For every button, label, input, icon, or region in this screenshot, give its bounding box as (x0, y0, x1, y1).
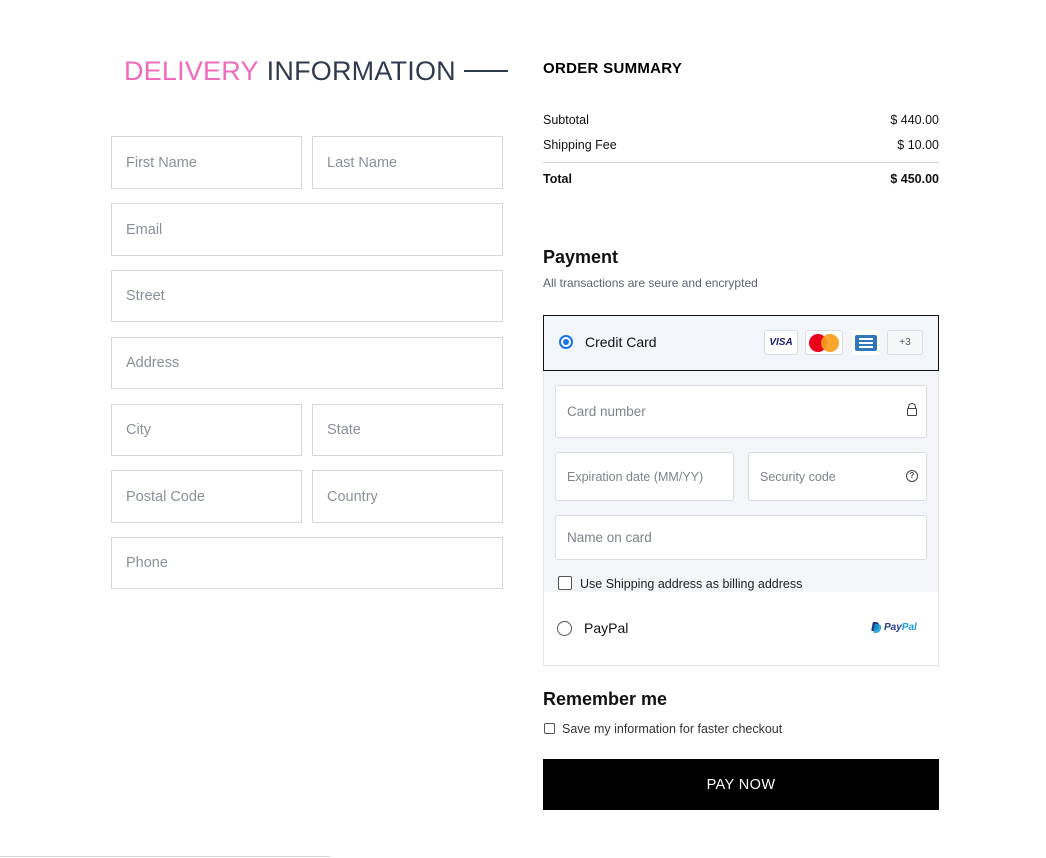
total-label: Total (543, 172, 572, 186)
card-number-input[interactable]: Card number (555, 385, 927, 438)
delivery-title-rest: INFORMATION (266, 55, 456, 86)
security-code-placeholder: Security code (760, 469, 836, 484)
country-placeholder: Country (327, 488, 378, 505)
lock-icon (907, 403, 917, 416)
first-name-input[interactable]: First Name (111, 136, 302, 189)
delivery-title: DELIVERY INFORMATION (124, 54, 508, 88)
remember-me-checkbox[interactable] (544, 723, 555, 734)
postal-code-input[interactable]: Postal Code (111, 470, 302, 523)
shipping-label: Shipping Fee (543, 138, 617, 152)
street-input[interactable]: Street (111, 270, 503, 322)
amex-logo-icon (852, 330, 880, 355)
delivery-title-accent: DELIVERY (124, 55, 259, 86)
remember-me-label: Save my information for faster checkout (562, 722, 783, 736)
first-name-placeholder: First Name (126, 154, 197, 171)
email-input[interactable]: Email (111, 203, 503, 256)
summary-divider (543, 162, 939, 163)
card-number-placeholder: Card number (567, 404, 646, 419)
security-code-input[interactable]: Security code ? (748, 452, 927, 501)
paypal-logo-text-pay: Pay (884, 622, 902, 633)
paypal-radio[interactable] (557, 621, 572, 636)
last-name-placeholder: Last Name (327, 154, 398, 171)
country-input[interactable]: Country (312, 470, 503, 523)
more-cards-badge: +3 (887, 330, 923, 355)
paypal-label: PayPal (584, 620, 629, 636)
help-icon[interactable]: ? (906, 470, 918, 482)
name-on-card-input[interactable]: Name on card (555, 515, 927, 560)
total-value: $ 450.00 (890, 172, 939, 186)
bottom-divider (0, 856, 330, 857)
paypal-logo-text-pal: Pal (901, 622, 917, 633)
postal-code-placeholder: Postal Code (126, 488, 205, 505)
expiration-date-input[interactable]: Expiration date (MM/YY) (555, 452, 734, 501)
address-placeholder: Address (126, 355, 180, 371)
state-input[interactable]: State (312, 404, 503, 456)
last-name-input[interactable]: Last Name (312, 136, 503, 189)
state-placeholder: State (327, 422, 361, 438)
shipping-row: Shipping Fee $ 10.00 (543, 138, 939, 152)
subtotal-row: Subtotal $ 440.00 (543, 113, 939, 127)
title-rule-divider (463, 70, 508, 72)
credit-card-radio[interactable] (559, 335, 573, 349)
address-input[interactable]: Address (111, 337, 503, 389)
visa-logo-icon: VISA (764, 330, 798, 355)
email-placeholder: Email (126, 221, 163, 238)
pay-now-button[interactable]: PAY NOW (543, 759, 939, 810)
paypal-logo-icon: Pay Pal (872, 622, 917, 633)
subtotal-value: $ 440.00 (890, 113, 939, 127)
expiration-placeholder: Expiration date (MM/YY) (567, 469, 704, 484)
phone-placeholder: Phone (126, 555, 168, 571)
payment-subtitle: All transactions are seure and encrypted (543, 276, 758, 290)
total-row: Total $ 450.00 (543, 172, 939, 186)
city-input[interactable]: City (111, 404, 302, 456)
shipping-value: $ 10.00 (897, 138, 939, 152)
mastercard-logo-icon (805, 330, 843, 355)
payment-title: Payment (543, 247, 619, 267)
remember-me-title: Remember me (543, 689, 668, 709)
credit-card-label: Credit Card (585, 334, 657, 350)
city-placeholder: City (126, 422, 151, 438)
order-summary-title: ORDER SUMMARY (543, 60, 683, 77)
billing-address-label: Use Shipping address as billing address (580, 577, 803, 591)
street-placeholder: Street (126, 288, 165, 304)
phone-input[interactable]: Phone (111, 537, 503, 589)
subtotal-label: Subtotal (543, 113, 589, 127)
name-on-card-placeholder: Name on card (567, 530, 652, 545)
billing-address-checkbox[interactable] (558, 576, 572, 590)
